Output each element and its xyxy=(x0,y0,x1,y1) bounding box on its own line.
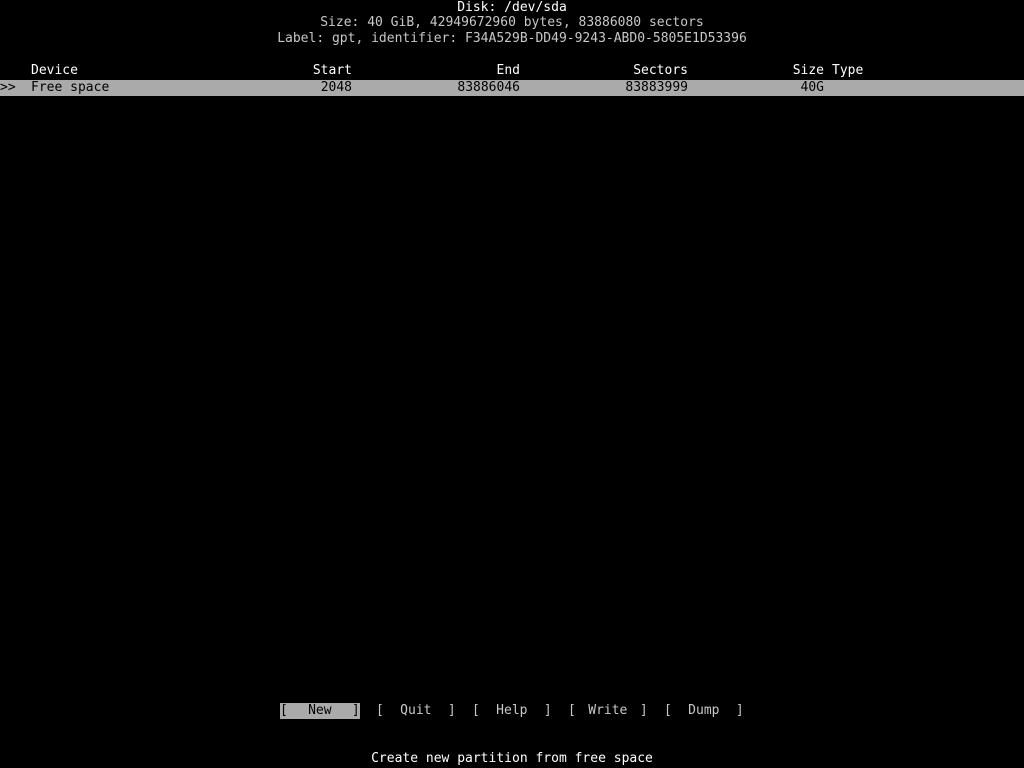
partition-row-selected[interactable]: >> Free space 2048 83886046 83883999 40G xyxy=(0,80,1024,96)
help-button-close: ] xyxy=(543,703,552,718)
write-button[interactable]: [ Write] xyxy=(568,703,648,719)
help-button-label: Help xyxy=(496,703,528,718)
help-button-open: [ xyxy=(472,703,480,718)
dump-button[interactable]: [ Dump] xyxy=(664,703,744,719)
cell-device: Free space xyxy=(31,80,110,95)
quit-button[interactable]: [ Quit] xyxy=(376,703,456,719)
write-button-close: ] xyxy=(639,703,648,718)
disk-size-info: Size: 40 GiB, 42949672960 bytes, 8388608… xyxy=(320,15,704,30)
quit-button-label: Quit xyxy=(400,703,432,718)
dump-button-close: ] xyxy=(735,703,744,718)
quit-button-close: ] xyxy=(447,703,456,718)
cell-sectors: 83883999 xyxy=(625,80,688,95)
column-header-start: Start xyxy=(312,63,352,78)
new-button-close: ] xyxy=(351,703,360,718)
new-button-label: New xyxy=(308,703,332,718)
quit-button-open: [ xyxy=(376,703,384,718)
column-header-type: Type xyxy=(832,63,864,78)
column-header-sectors: Sectors xyxy=(633,63,688,78)
cell-start: 2048 xyxy=(320,80,352,95)
action-menu: [ New] [ Quit] [ Help] [ Write] [ Dump] xyxy=(0,703,1024,719)
new-button[interactable]: [ New] xyxy=(280,703,360,719)
cell-size: 40G xyxy=(800,80,824,95)
partition-table-header: Device Start End Sectors Size Type xyxy=(0,63,1024,79)
help-button[interactable]: [ Help] xyxy=(472,703,552,719)
column-header-size: Size xyxy=(792,63,824,78)
column-header-end: End xyxy=(496,63,520,78)
dump-button-label: Dump xyxy=(688,703,720,718)
disk-title: Disk: /dev/sda xyxy=(457,0,567,15)
dump-button-open: [ xyxy=(664,703,672,718)
selection-marker: >> xyxy=(0,80,16,95)
write-button-label: Write xyxy=(588,703,628,718)
write-button-open: [ xyxy=(568,703,576,718)
action-hint: Create new partition from free space xyxy=(371,751,653,766)
cell-end: 83886046 xyxy=(457,80,520,95)
column-header-device: Device xyxy=(31,63,78,78)
new-button-open: [ xyxy=(280,703,288,718)
disk-label-info: Label: gpt, identifier: F34A529B-DD49-92… xyxy=(277,31,747,46)
